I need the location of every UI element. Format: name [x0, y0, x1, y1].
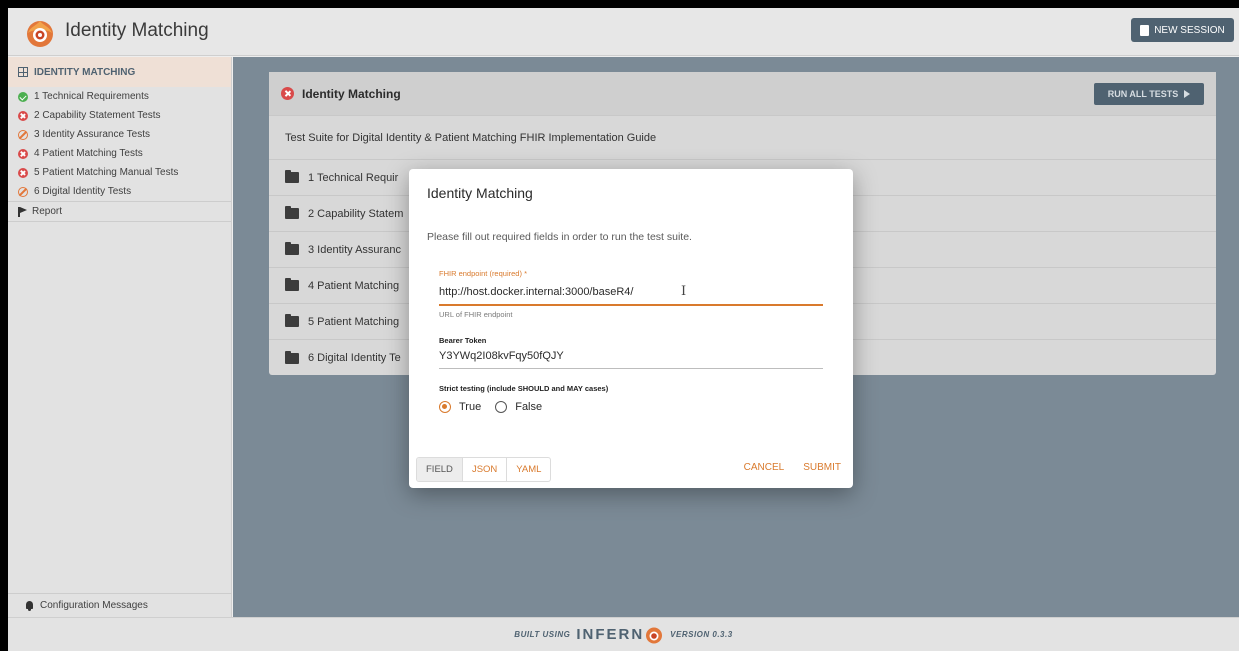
bearer-token-input[interactable]: Y3YWq2I08kvFqy50fQJY: [439, 347, 823, 369]
tab-json[interactable]: JSON: [463, 458, 508, 481]
fail-status-icon: [18, 110, 28, 121]
app-title: Identity Matching: [65, 20, 209, 41]
suite-description: Test Suite for Digital Identity & Patien…: [269, 116, 1216, 160]
text-cursor-icon: I: [681, 284, 687, 299]
folder-icon: [285, 170, 299, 183]
test-group-label: 6 Digital Identity Te: [308, 352, 401, 364]
sidebar-heading-label: IDENTITY MATCHING: [34, 66, 136, 78]
fhir-endpoint-value: http://host.docker.internal:3000/baseR4/: [439, 286, 634, 298]
input-dialog: Identity Matching Please fill out requir…: [409, 169, 853, 488]
skip-status-icon: [18, 186, 28, 197]
radio-false[interactable]: [495, 401, 508, 413]
bell-icon: [25, 600, 34, 611]
radio-true[interactable]: [439, 401, 451, 413]
sidebar-item-label: 5 Patient Matching Manual Tests: [34, 167, 179, 178]
suite-header: Identity Matching RUN ALL TESTS: [269, 72, 1216, 116]
folder-icon: [285, 278, 299, 291]
test-group-label: 3 Identity Assuranc: [308, 243, 401, 256]
radio-false-label: False: [515, 401, 543, 413]
fail-status-icon: [18, 148, 28, 159]
sidebar-item-label: 4 Patient Matching Tests: [34, 148, 143, 159]
cancel-button[interactable]: CANCEL: [744, 462, 785, 473]
folder-icon: [285, 350, 299, 364]
app-header: Identity Matching NEW SESSION: [8, 8, 1239, 56]
bearer-token-value: Y3YWq2I08kvFqy50fQJY: [439, 350, 564, 362]
sidebar-item-label: 3 Identity Assurance Tests: [34, 129, 150, 140]
flag-icon: [18, 206, 27, 217]
radio-true-label: True: [459, 401, 482, 413]
strict-testing-radio-group: True False: [439, 401, 550, 413]
fail-status-icon: [18, 167, 28, 178]
inferno-logo-icon: [27, 21, 53, 47]
sidebar-item-3[interactable]: 3 Identity Assurance Tests: [8, 125, 231, 144]
sidebar-items: 1 Technical Requirements 2 Capability Sta…: [8, 87, 231, 201]
play-icon: [1184, 90, 1191, 98]
new-session-label: NEW SESSION: [1154, 24, 1225, 36]
sidebar-item-1[interactable]: 1 Technical Requirements: [8, 87, 231, 106]
sidebar-item-2[interactable]: 2 Capability Statement Tests: [8, 106, 231, 125]
dialog-title: Identity Matching: [427, 185, 533, 201]
grid-icon: [18, 67, 28, 77]
test-group-label: 2 Capability Statem: [308, 207, 404, 220]
run-all-tests-button[interactable]: RUN ALL TESTS: [1094, 83, 1204, 105]
skip-status-icon: [18, 129, 28, 140]
inferno-brand: INFERN: [576, 626, 664, 644]
inferno-mini-logo-icon: [646, 627, 663, 643]
pass-status-icon: [18, 91, 28, 102]
input-format-tabs: FIELD JSON YAML: [416, 457, 552, 482]
fhir-endpoint-input[interactable]: http://host.docker.internal:3000/baseR4/…: [439, 282, 823, 306]
submit-button[interactable]: SUBMIT: [803, 462, 841, 473]
footer: BUILT USING INFERN VERSION 0.3.3: [8, 617, 1239, 651]
sidebar-item-4[interactable]: 4 Patient Matching Tests: [8, 144, 231, 163]
folder-icon: [285, 242, 299, 255]
report-label: Report: [32, 206, 63, 217]
suite-title: Identity Matching: [302, 86, 401, 101]
app-window: Identity Matching NEW SESSION IDENTITY M…: [8, 8, 1239, 651]
sidebar-item-5[interactable]: 5 Patient Matching Manual Tests: [8, 163, 231, 182]
test-group-label: 5 Patient Matching: [308, 315, 400, 328]
bearer-token-label: Bearer Token: [439, 336, 487, 345]
tab-yaml[interactable]: YAML: [507, 458, 550, 481]
sidebar-item-label: 1 Technical Requirements: [34, 91, 149, 102]
sidebar-item-report[interactable]: Report: [8, 202, 231, 221]
test-group-label: 1 Technical Requir: [308, 171, 399, 184]
sidebar: IDENTITY MATCHING 1 Technical Requiremen…: [8, 57, 232, 617]
sidebar-heading[interactable]: IDENTITY MATCHING: [8, 57, 231, 87]
sidebar-item-label: 2 Capability Statement Tests: [34, 110, 161, 121]
tab-field[interactable]: FIELD: [417, 458, 463, 481]
fhir-endpoint-helper: URL of FHIR endpoint: [439, 310, 513, 319]
brand-text: INFERN: [576, 626, 645, 643]
sidebar-item-6[interactable]: 6 Digital Identity Tests: [8, 182, 231, 201]
config-label: Configuration Messages: [40, 600, 148, 611]
fhir-endpoint-label: FHIR endpoint (required) *: [439, 269, 527, 278]
version-text: VERSION 0.3.3: [670, 630, 733, 639]
strict-testing-label: Strict testing (include SHOULD and MAY c…: [439, 384, 609, 393]
dialog-message: Please fill out required fields in order…: [427, 231, 692, 243]
document-icon: [1140, 24, 1150, 36]
configuration-messages-button[interactable]: Configuration Messages: [8, 593, 232, 617]
folder-icon: [285, 314, 299, 327]
sidebar-item-label: 6 Digital Identity Tests: [34, 186, 132, 197]
folder-icon: [285, 206, 299, 219]
built-using-text: BUILT USING: [514, 630, 571, 639]
run-all-label: RUN ALL TESTS: [1107, 89, 1179, 99]
sidebar-divider: [8, 221, 231, 222]
new-session-button[interactable]: NEW SESSION: [1131, 18, 1234, 42]
fhir-endpoint-label-text: FHIR endpoint (required): [439, 269, 522, 278]
fail-status-icon: [281, 87, 294, 100]
test-group-label: 4 Patient Matching: [308, 279, 400, 292]
dialog-actions: CANCEL SUBMIT: [744, 462, 841, 473]
